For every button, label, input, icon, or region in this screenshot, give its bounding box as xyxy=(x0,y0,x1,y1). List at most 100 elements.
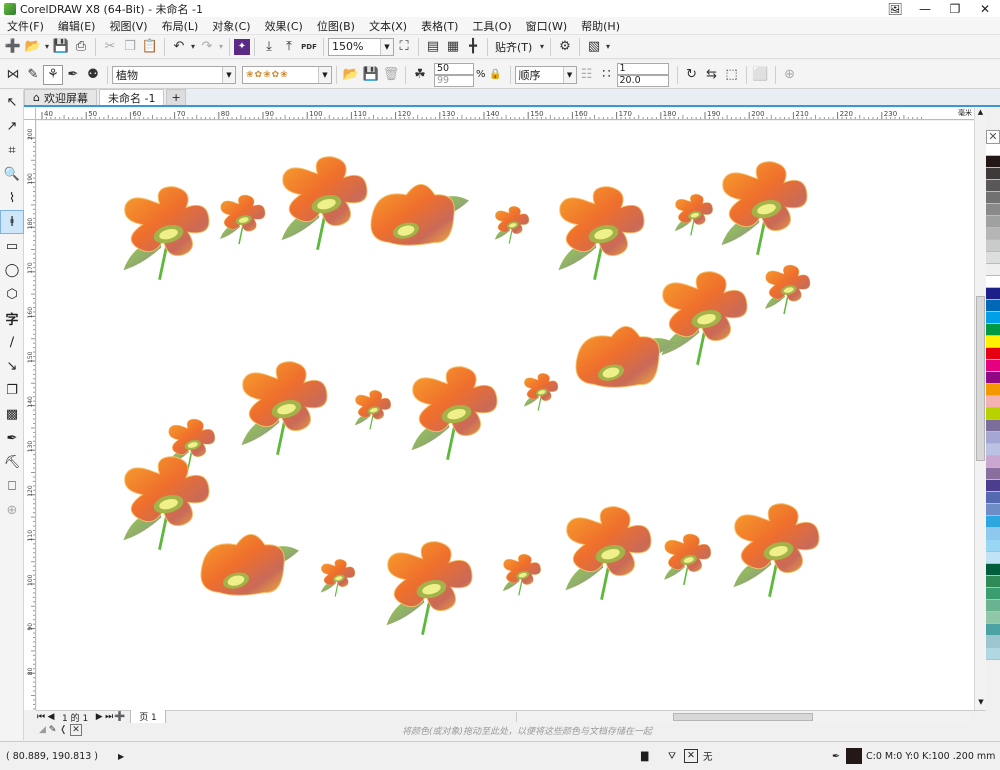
menu-effects[interactable]: 效果(C) xyxy=(258,18,310,34)
add-to-spraylist-icon[interactable]: ☷ xyxy=(577,65,597,85)
show-rulers-icon[interactable]: ▤ xyxy=(423,37,443,57)
color-swatch[interactable] xyxy=(986,180,1000,192)
color-swatch[interactable] xyxy=(986,204,1000,216)
color-swatch[interactable] xyxy=(986,576,1000,588)
color-swatch[interactable] xyxy=(986,288,1000,300)
restore-button[interactable]: ❐ xyxy=(940,0,970,17)
tab-welcome-screen[interactable]: ⌂ 欢迎屏幕 xyxy=(24,89,97,105)
fill-bucket-icon[interactable]: ⛛ xyxy=(668,751,676,762)
spray-pattern-select[interactable]: ❀✿❀✿❀ ▼ xyxy=(242,65,332,84)
spray-size-input[interactable]: 99 xyxy=(434,74,474,87)
zoom-level-select[interactable]: 150% ▼ xyxy=(328,37,394,56)
color-swatch[interactable] xyxy=(986,228,1000,240)
pick-tool-icon[interactable]: ↖ xyxy=(0,90,24,114)
dropdown-arrow-icon[interactable]: ▾ xyxy=(538,37,546,57)
status-arrow-icon[interactable]: ▶ xyxy=(118,752,124,761)
color-swatch[interactable] xyxy=(986,168,1000,180)
page-prev-icon[interactable]: ◀ xyxy=(46,712,56,722)
offset-icon[interactable]: ⇆ xyxy=(702,65,722,85)
dropdown-arrow-icon[interactable]: ▾ xyxy=(43,37,51,57)
color-swatch[interactable] xyxy=(986,324,1000,336)
dabs-count-input[interactable]: 1 xyxy=(616,62,669,75)
delete-icon[interactable]: 🗑 xyxy=(381,65,401,85)
undo-icon[interactable]: ↶ xyxy=(169,37,189,57)
artistic-media-tool-icon[interactable]: ⱡ xyxy=(0,210,24,234)
close-button[interactable]: ✕ xyxy=(970,0,1000,17)
color-swatch[interactable] xyxy=(986,300,1000,312)
drop-shadow-tool-icon[interactable]: ❐ xyxy=(0,378,24,402)
color-swatch[interactable] xyxy=(986,360,1000,372)
text-tool-icon[interactable]: 字 xyxy=(0,306,24,330)
transparency-tool-icon[interactable]: ▩ xyxy=(0,402,24,426)
color-swatch[interactable] xyxy=(986,372,1000,384)
open-folder-icon[interactable]: 📂 xyxy=(23,37,43,57)
color-swatch[interactable] xyxy=(986,216,1000,228)
export-icon[interactable]: ⤒ xyxy=(279,37,299,57)
color-swatch[interactable] xyxy=(986,516,1000,528)
new-tab-button[interactable]: + xyxy=(166,89,186,105)
color-swatch[interactable] xyxy=(986,156,1000,168)
cut-icon[interactable]: ✂ xyxy=(100,37,120,57)
menu-file[interactable]: 文件(F) xyxy=(0,18,51,34)
color-swatch[interactable] xyxy=(986,432,1000,444)
lock-icon[interactable]: 🔒 xyxy=(486,65,506,85)
horizontal-scroll-thumb[interactable] xyxy=(673,713,813,721)
color-swatch[interactable] xyxy=(986,144,1000,156)
smart-fill-tool-icon[interactable]: ⎕ xyxy=(0,474,24,498)
horizontal-ruler[interactable]: 40 50 60 70 80 90 100 110 120 130 140 150 160 170 180 1… xyxy=(36,108,974,120)
show-grid-icon[interactable]: ▦ xyxy=(443,37,463,57)
search-content-icon[interactable]: ✦ xyxy=(234,38,250,55)
add-icon[interactable]: ⊕ xyxy=(780,65,800,85)
color-swatch[interactable] xyxy=(986,348,1000,360)
full-screen-icon[interactable]: ⛶ xyxy=(394,37,414,57)
options-gear-icon[interactable]: ⚙ xyxy=(555,37,575,57)
outline-pen-icon[interactable]: ✒ xyxy=(832,751,840,762)
scroll-thumb[interactable] xyxy=(976,296,985,461)
pressure-icon[interactable]: ⚉ xyxy=(83,65,103,85)
scroll-up-icon[interactable]: ▲ xyxy=(975,108,986,120)
new-document-icon[interactable]: ➕ xyxy=(3,37,23,57)
page-tab-1[interactable]: 页 1 xyxy=(130,710,166,724)
color-swatch[interactable] xyxy=(986,396,1000,408)
menu-help[interactable]: 帮助(H) xyxy=(574,18,627,34)
dabs-per-spray-icon[interactable]: ☘ xyxy=(410,65,430,85)
horizontal-scrollbar[interactable] xyxy=(516,712,970,722)
dropdown-arrow-icon[interactable]: ▾ xyxy=(217,37,225,57)
color-swatch[interactable] xyxy=(986,612,1000,624)
dab-spacing-input[interactable]: 20.0 xyxy=(616,74,669,87)
minimize-button[interactable]: — xyxy=(910,0,940,17)
polygon-tool-icon[interactable]: ⬡ xyxy=(0,282,24,306)
rectangle-tool-icon[interactable]: ▭ xyxy=(0,234,24,258)
interactive-fill-tool-icon[interactable]: ⛏ xyxy=(0,450,24,474)
spray-order-select[interactable]: 顺序 ▼ xyxy=(514,65,577,84)
color-swatch[interactable] xyxy=(986,252,1000,264)
rotation-icon[interactable]: ↻ xyxy=(682,65,702,85)
save-icon[interactable]: 💾 xyxy=(51,37,71,57)
color-swatch[interactable] xyxy=(986,192,1000,204)
document-color-settings-icon[interactable]: ▇ xyxy=(641,751,648,762)
page-first-icon[interactable]: ⏮ xyxy=(36,712,46,722)
color-swatch[interactable] xyxy=(986,444,1000,456)
spray-size-spinners[interactable]: 50 99 xyxy=(434,62,474,87)
ruler-origin[interactable] xyxy=(24,108,36,120)
color-swatch[interactable] xyxy=(986,336,1000,348)
parallel-dimension-tool-icon[interactable]: ∕ xyxy=(0,330,24,354)
page-next-icon[interactable]: ▶ xyxy=(94,712,104,722)
page-last-icon[interactable]: ⏭ xyxy=(104,712,114,722)
reset-values-icon[interactable]: ⬚ xyxy=(722,65,742,85)
spray-category-select[interactable]: 植物 ▼ xyxy=(112,65,236,84)
color-swatch[interactable] xyxy=(986,492,1000,504)
color-swatch[interactable] xyxy=(986,636,1000,648)
menu-layout[interactable]: 布局(L) xyxy=(155,18,206,34)
vertical-scrollbar[interactable]: ▲ ▼ xyxy=(974,108,986,710)
menu-window[interactable]: 窗口(W) xyxy=(519,18,574,34)
application-launcher-icon[interactable]: ▧ xyxy=(584,37,604,57)
palette-edit-icon[interactable]: ✎ xyxy=(49,725,57,735)
snap-to-dropdown[interactable]: 贴齐(T) xyxy=(492,38,538,56)
color-swatch[interactable] xyxy=(986,264,1000,276)
dropdown-arrow-icon[interactable]: ▾ xyxy=(189,37,197,57)
menu-tools[interactable]: 工具(O) xyxy=(465,18,518,34)
spray-count-spinners[interactable]: 1 20.0 xyxy=(616,62,669,87)
color-swatch[interactable] xyxy=(986,312,1000,324)
brush-icon[interactable]: ✎ xyxy=(23,65,43,85)
